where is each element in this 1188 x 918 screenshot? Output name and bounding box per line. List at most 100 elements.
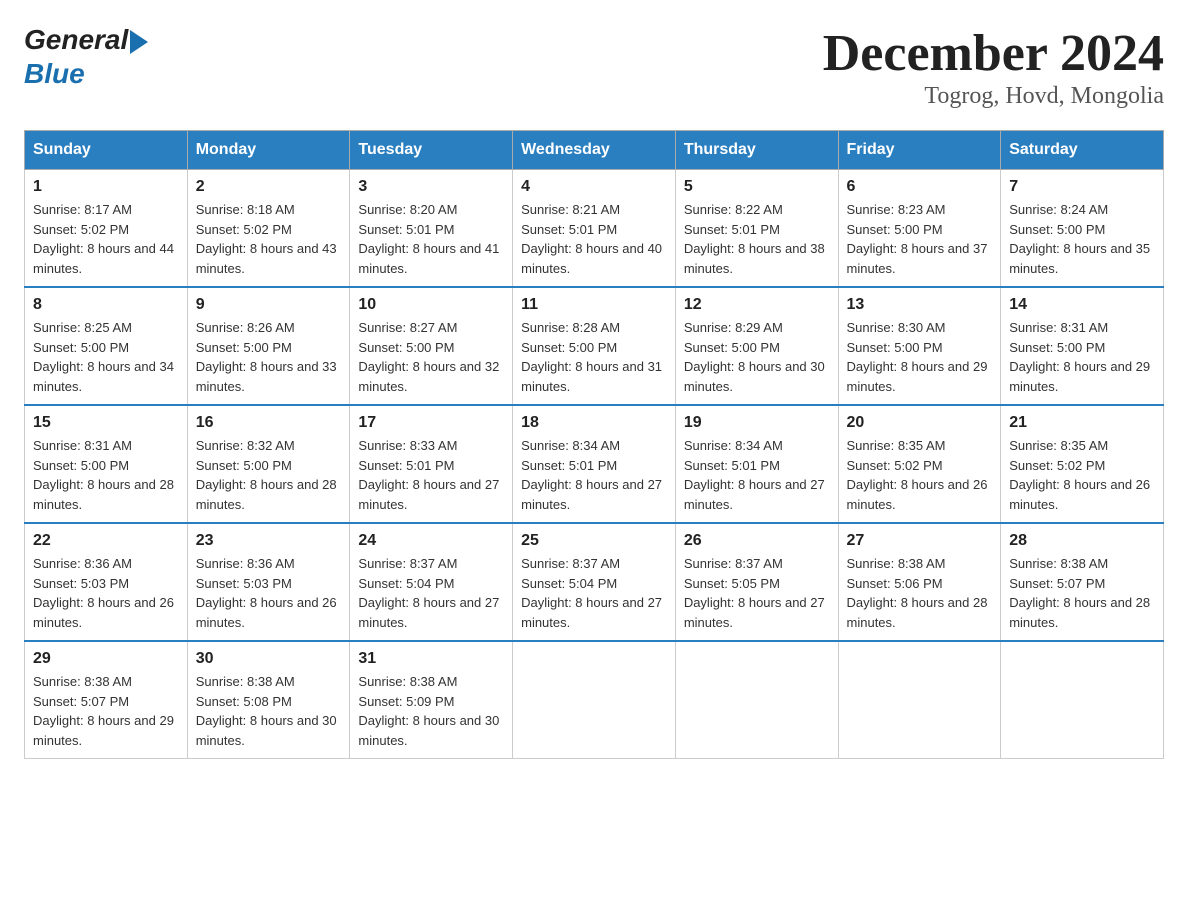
table-row: 21 Sunrise: 8:35 AM Sunset: 5:02 PM Dayl… xyxy=(1001,405,1164,523)
table-row: 3 Sunrise: 8:20 AM Sunset: 5:01 PM Dayli… xyxy=(350,170,513,288)
sunrise-label: Sunrise: 8:28 AM xyxy=(521,320,620,335)
day-info: Sunrise: 8:30 AM Sunset: 5:00 PM Dayligh… xyxy=(847,318,993,396)
daylight-label: Daylight: 8 hours and 30 minutes. xyxy=(684,359,825,394)
table-row: 28 Sunrise: 8:38 AM Sunset: 5:07 PM Dayl… xyxy=(1001,523,1164,641)
sunrise-label: Sunrise: 8:31 AM xyxy=(1009,320,1108,335)
day-info: Sunrise: 8:38 AM Sunset: 5:06 PM Dayligh… xyxy=(847,554,993,632)
table-row: 18 Sunrise: 8:34 AM Sunset: 5:01 PM Dayl… xyxy=(513,405,676,523)
table-row: 24 Sunrise: 8:37 AM Sunset: 5:04 PM Dayl… xyxy=(350,523,513,641)
day-number: 30 xyxy=(196,650,342,668)
sunset-label: Sunset: 5:04 PM xyxy=(521,576,617,591)
day-info: Sunrise: 8:38 AM Sunset: 5:07 PM Dayligh… xyxy=(33,672,179,750)
sunrise-label: Sunrise: 8:32 AM xyxy=(196,438,295,453)
day-info: Sunrise: 8:31 AM Sunset: 5:00 PM Dayligh… xyxy=(33,436,179,514)
day-number: 5 xyxy=(684,178,830,196)
calendar-week-row: 8 Sunrise: 8:25 AM Sunset: 5:00 PM Dayli… xyxy=(25,287,1164,405)
calendar-week-row: 29 Sunrise: 8:38 AM Sunset: 5:07 PM Dayl… xyxy=(25,641,1164,759)
sunset-label: Sunset: 5:05 PM xyxy=(684,576,780,591)
sunset-label: Sunset: 5:01 PM xyxy=(684,458,780,473)
table-row: 20 Sunrise: 8:35 AM Sunset: 5:02 PM Dayl… xyxy=(838,405,1001,523)
day-number: 1 xyxy=(33,178,179,196)
sunrise-label: Sunrise: 8:38 AM xyxy=(847,556,946,571)
daylight-label: Daylight: 8 hours and 33 minutes. xyxy=(196,359,337,394)
table-row: 10 Sunrise: 8:27 AM Sunset: 5:00 PM Dayl… xyxy=(350,287,513,405)
sunset-label: Sunset: 5:07 PM xyxy=(33,694,129,709)
sunset-label: Sunset: 5:00 PM xyxy=(684,340,780,355)
table-row: 25 Sunrise: 8:37 AM Sunset: 5:04 PM Dayl… xyxy=(513,523,676,641)
day-number: 3 xyxy=(358,178,504,196)
sunrise-label: Sunrise: 8:37 AM xyxy=(521,556,620,571)
table-row: 7 Sunrise: 8:24 AM Sunset: 5:00 PM Dayli… xyxy=(1001,170,1164,288)
day-info: Sunrise: 8:25 AM Sunset: 5:00 PM Dayligh… xyxy=(33,318,179,396)
day-info: Sunrise: 8:33 AM Sunset: 5:01 PM Dayligh… xyxy=(358,436,504,514)
sunrise-label: Sunrise: 8:21 AM xyxy=(521,202,620,217)
daylight-label: Daylight: 8 hours and 43 minutes. xyxy=(196,241,337,276)
sunrise-label: Sunrise: 8:27 AM xyxy=(358,320,457,335)
day-number: 27 xyxy=(847,532,993,550)
day-info: Sunrise: 8:36 AM Sunset: 5:03 PM Dayligh… xyxy=(33,554,179,632)
table-row: 5 Sunrise: 8:22 AM Sunset: 5:01 PM Dayli… xyxy=(675,170,838,288)
sunset-label: Sunset: 5:07 PM xyxy=(1009,576,1105,591)
sunset-label: Sunset: 5:00 PM xyxy=(33,458,129,473)
sunrise-label: Sunrise: 8:36 AM xyxy=(33,556,132,571)
daylight-label: Daylight: 8 hours and 27 minutes. xyxy=(684,477,825,512)
sunset-label: Sunset: 5:01 PM xyxy=(684,222,780,237)
day-number: 13 xyxy=(847,296,993,314)
day-number: 6 xyxy=(847,178,993,196)
sunrise-label: Sunrise: 8:20 AM xyxy=(358,202,457,217)
logo-triangle-icon xyxy=(130,30,148,54)
day-number: 11 xyxy=(521,296,667,314)
calendar-week-row: 22 Sunrise: 8:36 AM Sunset: 5:03 PM Dayl… xyxy=(25,523,1164,641)
daylight-label: Daylight: 8 hours and 28 minutes. xyxy=(847,595,988,630)
logo-general-text: General xyxy=(24,24,128,56)
sunset-label: Sunset: 5:00 PM xyxy=(33,340,129,355)
calendar-subtitle: Togrog, Hovd, Mongolia xyxy=(823,83,1164,110)
sunset-label: Sunset: 5:06 PM xyxy=(847,576,943,591)
table-row: 30 Sunrise: 8:38 AM Sunset: 5:08 PM Dayl… xyxy=(187,641,350,759)
day-info: Sunrise: 8:34 AM Sunset: 5:01 PM Dayligh… xyxy=(521,436,667,514)
sunrise-label: Sunrise: 8:35 AM xyxy=(847,438,946,453)
sunrise-label: Sunrise: 8:37 AM xyxy=(358,556,457,571)
col-saturday: Saturday xyxy=(1001,131,1164,170)
day-number: 29 xyxy=(33,650,179,668)
table-row: 4 Sunrise: 8:21 AM Sunset: 5:01 PM Dayli… xyxy=(513,170,676,288)
day-info: Sunrise: 8:24 AM Sunset: 5:00 PM Dayligh… xyxy=(1009,200,1155,278)
daylight-label: Daylight: 8 hours and 26 minutes. xyxy=(33,595,174,630)
logo-blue-text: Blue xyxy=(24,58,148,90)
col-monday: Monday xyxy=(187,131,350,170)
sunrise-label: Sunrise: 8:25 AM xyxy=(33,320,132,335)
day-number: 10 xyxy=(358,296,504,314)
table-row xyxy=(675,641,838,759)
daylight-label: Daylight: 8 hours and 30 minutes. xyxy=(196,713,337,748)
day-info: Sunrise: 8:34 AM Sunset: 5:01 PM Dayligh… xyxy=(684,436,830,514)
day-number: 14 xyxy=(1009,296,1155,314)
sunset-label: Sunset: 5:01 PM xyxy=(358,222,454,237)
sunset-label: Sunset: 5:00 PM xyxy=(847,222,943,237)
daylight-label: Daylight: 8 hours and 29 minutes. xyxy=(33,713,174,748)
sunrise-label: Sunrise: 8:18 AM xyxy=(196,202,295,217)
sunset-label: Sunset: 5:01 PM xyxy=(521,458,617,473)
sunset-label: Sunset: 5:02 PM xyxy=(1009,458,1105,473)
table-row: 8 Sunrise: 8:25 AM Sunset: 5:00 PM Dayli… xyxy=(25,287,188,405)
page-header: General Blue December 2024 Togrog, Hovd,… xyxy=(24,24,1164,110)
daylight-label: Daylight: 8 hours and 27 minutes. xyxy=(358,477,499,512)
table-row: 12 Sunrise: 8:29 AM Sunset: 5:00 PM Dayl… xyxy=(675,287,838,405)
table-row xyxy=(1001,641,1164,759)
table-row: 29 Sunrise: 8:38 AM Sunset: 5:07 PM Dayl… xyxy=(25,641,188,759)
sunrise-label: Sunrise: 8:29 AM xyxy=(684,320,783,335)
daylight-label: Daylight: 8 hours and 28 minutes. xyxy=(196,477,337,512)
day-info: Sunrise: 8:32 AM Sunset: 5:00 PM Dayligh… xyxy=(196,436,342,514)
sunset-label: Sunset: 5:02 PM xyxy=(847,458,943,473)
daylight-label: Daylight: 8 hours and 27 minutes. xyxy=(358,595,499,630)
day-number: 26 xyxy=(684,532,830,550)
table-row: 1 Sunrise: 8:17 AM Sunset: 5:02 PM Dayli… xyxy=(25,170,188,288)
day-info: Sunrise: 8:36 AM Sunset: 5:03 PM Dayligh… xyxy=(196,554,342,632)
day-info: Sunrise: 8:17 AM Sunset: 5:02 PM Dayligh… xyxy=(33,200,179,278)
table-row: 15 Sunrise: 8:31 AM Sunset: 5:00 PM Dayl… xyxy=(25,405,188,523)
day-number: 4 xyxy=(521,178,667,196)
day-number: 8 xyxy=(33,296,179,314)
table-row: 9 Sunrise: 8:26 AM Sunset: 5:00 PM Dayli… xyxy=(187,287,350,405)
sunset-label: Sunset: 5:03 PM xyxy=(196,576,292,591)
col-friday: Friday xyxy=(838,131,1001,170)
day-info: Sunrise: 8:23 AM Sunset: 5:00 PM Dayligh… xyxy=(847,200,993,278)
